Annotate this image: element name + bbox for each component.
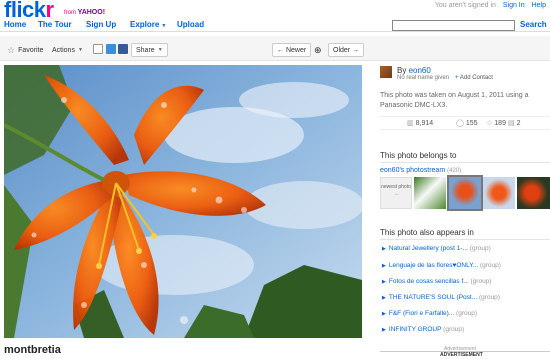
- facebook-icon[interactable]: [118, 44, 128, 54]
- stream-thumb[interactable]: [414, 177, 446, 209]
- arrow-right-icon: →: [393, 191, 399, 197]
- groups-heading: This photo also appears in: [380, 228, 474, 237]
- group-item[interactable]: ▶ Fotos de cosas sencillas f... (group): [382, 278, 491, 285]
- nav-explore[interactable]: Explore ▼: [130, 20, 166, 29]
- newer-button[interactable]: ← Newer: [272, 43, 312, 57]
- real-name-text: No real name given: [397, 75, 450, 81]
- sign-in-link[interactable]: Sign In: [503, 2, 525, 9]
- views-icon: ▥: [407, 120, 414, 127]
- chevron-down-icon: ▼: [77, 47, 83, 53]
- main-photo[interactable]: [4, 65, 362, 338]
- gallery-icon: ▤: [508, 120, 515, 127]
- stream-thumb-current[interactable]: [447, 175, 483, 211]
- triangle-right-icon: ▶: [382, 246, 386, 252]
- owner-line: By eon60: [397, 66, 431, 75]
- star-icon: ☆: [7, 44, 16, 55]
- email-icon[interactable]: [93, 44, 103, 54]
- triangle-right-icon: ▶: [382, 263, 386, 269]
- main-nav: Home The Tour Sign Up Explore ▼ Upload Se…: [0, 17, 550, 32]
- group-item[interactable]: ▶ INFINITY GROUP (group): [382, 326, 464, 333]
- group-item[interactable]: ▶ F&F (Fiori e Farfalle)... (group): [382, 310, 477, 317]
- newest-photo-thumb[interactable]: newest photo →: [380, 177, 412, 209]
- share-menu[interactable]: Share ▼: [131, 43, 168, 57]
- signed-out-text: You aren't signed in: [434, 2, 496, 9]
- favorite-button[interactable]: ☆ Favorite: [7, 43, 43, 57]
- owner-link[interactable]: eon60: [409, 66, 431, 75]
- divider: [380, 162, 550, 163]
- twitter-icon[interactable]: [106, 44, 116, 54]
- photo-taken-text: This photo was taken on August 1, 2011 u…: [380, 92, 529, 109]
- belongs-heading: This photo belongs to: [380, 151, 457, 160]
- group-item[interactable]: ▶ THE NATURE'S SOUL (Post... (group): [382, 294, 500, 301]
- signin-area: You aren't signed in Sign In Help: [435, 2, 546, 9]
- add-contact-button[interactable]: + Add Contact: [455, 75, 493, 81]
- nav-signup[interactable]: Sign Up: [86, 20, 116, 29]
- comments-stat[interactable]: ◯ 155: [456, 119, 478, 127]
- group-item[interactable]: ▶ Natural Jewellery (post 1-... (group): [382, 245, 491, 252]
- photo-title: montbretia: [4, 344, 61, 356]
- chevron-down-icon: ▼: [157, 47, 163, 53]
- search-button[interactable]: Search: [520, 20, 547, 29]
- triangle-right-icon: ▶: [382, 311, 386, 317]
- group-item[interactable]: ▶ Lenguaje de las flores♥ONLY... (group): [382, 262, 501, 269]
- search-input[interactable]: [392, 20, 515, 31]
- top-bar: flickr from YAHOO! You aren't signed in …: [0, 0, 550, 22]
- nav-home[interactable]: Home: [4, 20, 26, 29]
- nav-upload[interactable]: Upload: [177, 20, 204, 29]
- from-yahoo-badge: from YAHOO!: [64, 9, 106, 16]
- comment-icon: ◯: [456, 120, 464, 127]
- triangle-right-icon: ▶: [382, 279, 386, 285]
- actions-menu[interactable]: Actions ▼: [52, 43, 83, 57]
- triangle-right-icon: ▶: [382, 327, 386, 333]
- faves-stat[interactable]: ☆ 189: [486, 119, 506, 127]
- photostream-link[interactable]: eon60's photostream (420): [380, 167, 461, 174]
- older-button[interactable]: Older →: [328, 43, 365, 57]
- photo-toolbar: ☆ Favorite Actions ▼ Share ▼ ← Newer ⊕ Olde…: [0, 36, 550, 61]
- lily-flower-image: [4, 65, 362, 338]
- plus-icon: +: [455, 75, 459, 81]
- avatar[interactable]: [380, 66, 392, 78]
- chevron-down-icon: ▼: [161, 23, 167, 29]
- photo-stats: ▥ 8,914 ◯ 155 ☆ 189 ▤ 2: [380, 116, 550, 130]
- triangle-right-icon: ▶: [382, 295, 386, 301]
- divider: [380, 239, 550, 240]
- galleries-stat[interactable]: ▤ 2: [508, 119, 521, 127]
- stream-thumb[interactable]: [483, 177, 515, 209]
- views-stat: ▥ 8,914: [407, 120, 434, 127]
- help-link[interactable]: Help: [532, 2, 546, 9]
- star-icon: ☆: [486, 120, 493, 127]
- zoom-icon[interactable]: ⊕: [314, 43, 322, 57]
- nav-tour[interactable]: The Tour: [38, 20, 72, 29]
- advertisement-title: ADVERTISEMENT: [440, 352, 483, 358]
- stream-thumb[interactable]: [517, 177, 550, 209]
